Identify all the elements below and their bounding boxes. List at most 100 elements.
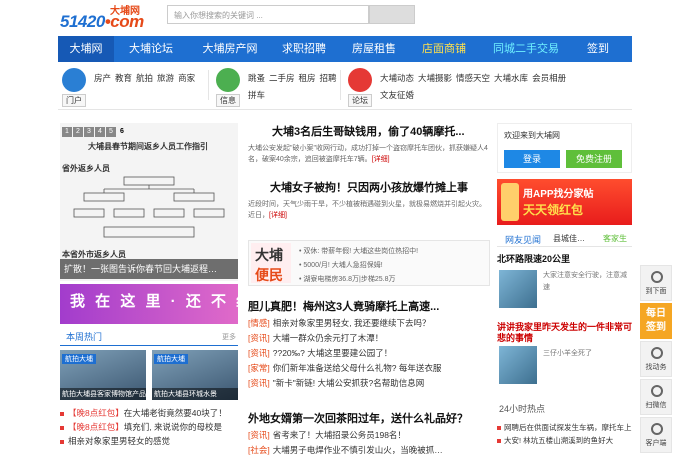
tab-county[interactable]: 县城佳… xyxy=(553,233,585,244)
slide-doc-title: 大埔县春节期间返乡人员工作指引 xyxy=(88,142,208,151)
news-group-title[interactable]: 胆儿真肥！梅州这3人竟骑摩托上高速... xyxy=(248,298,490,314)
info-link[interactable]: 招聘 xyxy=(320,70,337,87)
ad-text: 用APP找分家帖 xyxy=(523,189,594,200)
thumb-tag: 航拍大埔 xyxy=(154,354,188,364)
convenience-lines: • 双休: 带薪年假! 大埔这些岗位热招中! • 5000/月! 大埔人急招保姆… xyxy=(299,245,418,287)
hot-list-item[interactable]: 相亲对象家里男轻女的感觉 xyxy=(60,434,240,448)
convenience-line[interactable]: • 双休: 带薪年假! 大埔这些岗位热招中! xyxy=(299,245,418,259)
tab-weekly-hot[interactable]: 本周热门 xyxy=(66,330,102,343)
hot-24h-item[interactable]: 网聘后在供面试探发生车祸，摩托车上 xyxy=(497,421,632,434)
hot-thumb[interactable]: 航拍大埔 航拍大埔县环城水景 xyxy=(152,350,238,400)
search-button[interactable] xyxy=(369,5,415,24)
portal-link[interactable]: 旅游 xyxy=(157,70,174,87)
search-input[interactable]: 输入你想搜索的关键词 ... xyxy=(167,5,369,24)
news-item[interactable]: [社会] 大埔男子电焊作业不慎引发山火，当晚被抓… xyxy=(248,443,490,458)
find-service-button[interactable]: 找动务 xyxy=(640,341,672,377)
nav-item-signin[interactable]: 签到 xyxy=(578,36,618,62)
forum-link[interactable]: 大埔摄影 xyxy=(418,70,452,87)
nav-item-house[interactable]: 大埔房产网 xyxy=(196,36,264,62)
slide-caption[interactable]: 扩散！一张图告诉你春节回大埔返程… xyxy=(60,259,238,279)
forum-link[interactable]: 情感天空 xyxy=(456,70,490,87)
tab-netizen[interactable]: 网友见闻 xyxy=(505,233,541,246)
info-link[interactable]: 跳蚤 xyxy=(248,70,265,87)
info-link[interactable]: 租房 xyxy=(299,70,316,87)
news-item[interactable]: [资讯] ??20‰? 大埔这里要建公园了！ xyxy=(248,346,490,361)
forum-label[interactable]: 论坛 xyxy=(348,94,372,107)
more-link[interactable]: 更多 xyxy=(222,332,236,342)
featured-slider[interactable]: 123456 大埔县春节期间返乡人员工作指引 省外返乡人员 本省外市返乡人员 扩… xyxy=(60,123,238,281)
slider-page[interactable]: 5 xyxy=(106,127,116,137)
hot-list-item[interactable]: 【晚8点红包】填充们, 来说说你的母校是 xyxy=(60,420,240,434)
news-item[interactable]: [情感] 相亲对象家里男轻女, 我还要继续下去吗？ xyxy=(248,316,490,331)
slider-pagination: 123456 xyxy=(62,125,128,137)
welcome-text: 欢迎来到大埔网 xyxy=(504,131,560,140)
ad-banner[interactable]: 我 在 这 里 · 还 不 约 我 ？ xyxy=(60,284,238,324)
right-item[interactable]: 讲讲我家里昨天发生的一件非常可悲的事情 三仔小羊全死了 xyxy=(497,322,632,392)
tab-hakka[interactable]: 客家生 xyxy=(603,233,627,244)
daily-signin-button[interactable]: 每日 签到 xyxy=(640,303,672,339)
register-button[interactable]: 免费注册 xyxy=(566,150,622,168)
side-toolbar: 到下面 每日 签到 找动务 扫微信 客户端 xyxy=(640,265,672,455)
hot-24h-item[interactable]: 大安! 林坑五楼山溯溪到的鱼好大 xyxy=(497,434,632,447)
forum-link[interactable]: 大埔动态 xyxy=(380,70,414,87)
app-ad-banner[interactable]: 用APP找分家帖 天天领红包 xyxy=(497,179,632,225)
convenience-line[interactable]: • 5000/月! 大埔人急招保姆! xyxy=(299,259,418,273)
hot-thumb[interactable]: 航拍大埔 航拍大埔县客家博物馆产品 xyxy=(60,350,146,400)
portal-link[interactable]: 商家 xyxy=(178,70,195,87)
nav-item-shops[interactable]: 店面商铺 xyxy=(414,36,474,62)
headline-2[interactable]: 大埔女子被拘！只因两小孩放爆竹摊上事 xyxy=(248,179,490,195)
info-label[interactable]: 信息 xyxy=(216,94,240,107)
hot-list: 【晚8点红包】在大埔老街竟然要40块了！ 【晚8点红包】填充们, 来说说你的母校… xyxy=(60,406,240,448)
slider-page[interactable]: 2 xyxy=(73,127,83,137)
news-item[interactable]: [资讯] "新卡"新链! 大埔公安抓获?名帮助信息网 xyxy=(248,376,490,391)
slider-page[interactable]: 1 xyxy=(62,127,72,137)
slider-page[interactable]: 4 xyxy=(95,127,105,137)
info-link[interactable]: 拼车 xyxy=(248,87,265,104)
slider-page-active[interactable]: 6 xyxy=(117,127,127,137)
news-item[interactable]: [资讯] 大埔一群众仍余元打了木潭！ xyxy=(248,331,490,346)
hot-list-item[interactable]: 【晚8点红包】在大埔老街竟然要40块了！ xyxy=(60,406,240,420)
right-item[interactable]: 北环路限速20公里 大家注意安全行驶，注意减速 xyxy=(497,254,632,312)
nav-item-home[interactable]: 大埔网 xyxy=(58,36,114,62)
hot-tag: 【晚8点红包】 xyxy=(68,422,124,432)
ad-banner-text: 我 在 这 里 · 还 不 约 我 ？ xyxy=(70,293,238,310)
header: 大埔网 51420•com 输入你想搜索的关键词 ... xyxy=(0,0,690,36)
convenience-line[interactable]: • 湖寮电梯房36.8万|步梯25.8万 xyxy=(299,273,418,287)
forum-link[interactable]: 会员相册 xyxy=(532,70,566,87)
portal-link[interactable]: 航拍 xyxy=(136,70,153,87)
forum-link[interactable]: 文友征婚 xyxy=(380,87,414,104)
headline-1[interactable]: 大埔3名后生哥缺钱用，偷了40辆摩托... xyxy=(248,123,490,139)
nav-item-rent[interactable]: 房屋租售 xyxy=(344,36,404,62)
forum-links: 大埔动态 大埔摄影 情感天空 大埔水库 会员相册文友征婚 xyxy=(380,70,600,104)
portal-link[interactable]: 教育 xyxy=(115,70,132,87)
right-item-thumb xyxy=(499,270,537,308)
news-group-title[interactable]: 外地女婿第一次回茶阳过年，送什么礼品好？ xyxy=(248,410,490,426)
right-item-desc: 三仔小羊全死了 xyxy=(543,350,592,357)
portal-link[interactable]: 房产 xyxy=(94,70,111,87)
nav-item-forum[interactable]: 大埔论坛 xyxy=(118,36,184,62)
to-bottom-button[interactable]: 到下面 xyxy=(640,265,672,301)
login-button[interactable]: 登录 xyxy=(504,150,560,168)
slide-doc-sub1: 省外返乡人员 xyxy=(62,164,110,173)
info-link[interactable]: 二手房 xyxy=(269,70,295,87)
convenience-block: 大埔 便民 • 双休: 带薪年假! 大埔这些岗位热招中! • 5000/月! 大… xyxy=(248,240,490,286)
weekly-hot-tabs: 本周热门 更多 xyxy=(60,330,238,346)
news-group-1: 胆儿真肥！梅州这3人竟骑摩托上高速... [情感] 相亲对象家里男轻女, 我还要继… xyxy=(248,298,490,391)
slider-page[interactable]: 3 xyxy=(84,127,94,137)
detail-link[interactable]: [详细] xyxy=(372,156,390,163)
portal-label[interactable]: 门户 xyxy=(62,94,86,107)
site-logo[interactable]: 大埔网 51420•com xyxy=(58,2,144,32)
forum-link[interactable]: 大埔水库 xyxy=(494,70,528,87)
client-button[interactable]: 客户端 xyxy=(640,417,672,453)
nav-item-secondhand[interactable]: 同城二手交易 xyxy=(486,36,566,62)
scan-wechat-button[interactable]: 扫微信 xyxy=(640,379,672,415)
convenience-title: 大埔 便民 xyxy=(251,243,291,283)
detail-link[interactable]: [详细] xyxy=(269,212,287,219)
headset-icon xyxy=(651,347,663,359)
hot-thumbnails: 航拍大埔 航拍大埔县客家博物馆产品 航拍大埔 航拍大埔县环城水景 xyxy=(60,350,240,400)
news-item[interactable]: [资讯] 省考来了！大埔招录公务员198名！ xyxy=(248,428,490,443)
hot-24h-title: 24小时热点 xyxy=(499,404,546,414)
portal-links: 房产 教育 航拍 旅游 商家 xyxy=(94,70,204,87)
nav-item-jobs[interactable]: 求职招聘 xyxy=(274,36,334,62)
news-item[interactable]: [家常] 你们新年准备送给父母什么礼物? 每年送衣服 xyxy=(248,361,490,376)
